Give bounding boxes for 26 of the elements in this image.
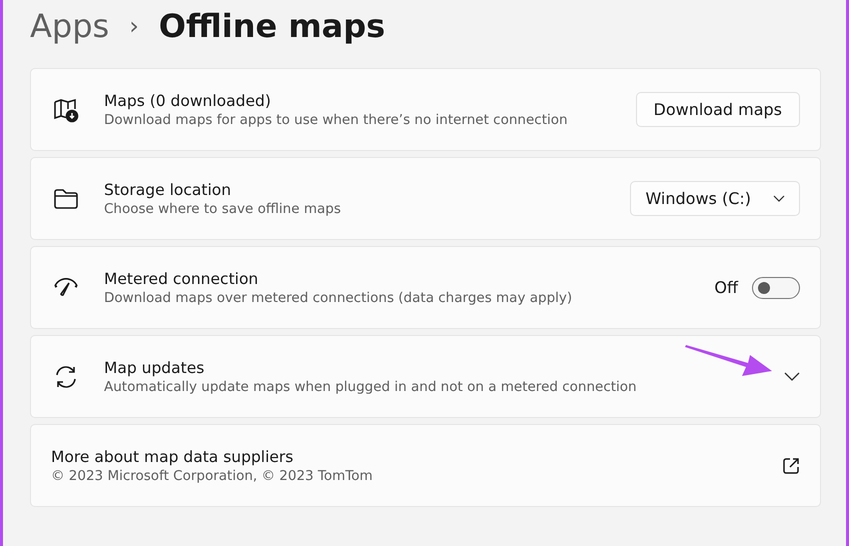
storage-dropdown[interactable]: Windows (C:) [630, 181, 800, 216]
setting-title: Storage location [104, 180, 232, 200]
setting-description: © 2023 Microsoft Corporation, © 2023 TomTom [51, 466, 373, 484]
toggle-switch[interactable] [752, 276, 800, 298]
map-download-icon [53, 96, 79, 122]
breadcrumb-separator: › [129, 12, 139, 40]
setting-description: Download maps over metered connections (data charges may apply) [104, 288, 572, 306]
folder-icon [53, 188, 79, 210]
chevron-down-icon[interactable] [784, 372, 800, 382]
download-button[interactable]: Download maps [636, 92, 800, 127]
chevron-down-icon [773, 194, 785, 202]
setting-title: Map updates [104, 358, 204, 378]
setting-title: Metered connection [104, 268, 258, 288]
toggle-state-label: Off [714, 278, 738, 297]
setting-title: More about map data suppliers [51, 446, 294, 466]
settings-card[interactable]: More about map data suppliers © 2023 Microsoft Corporation, © 2023 TomTom [30, 424, 821, 507]
external-link-icon[interactable] [782, 456, 800, 474]
breadcrumb-parent[interactable]: Apps [30, 7, 110, 45]
setting-description: Automatically update maps when plugged in and not on a metered connection [104, 378, 637, 396]
sync-icon [53, 364, 79, 390]
page-title: Offline maps [158, 7, 386, 45]
setting-title: Maps (0 downloaded) [104, 90, 271, 110]
gauge-icon [53, 278, 79, 298]
setting-description: Choose where to save offline maps [104, 200, 341, 218]
setting-description: Download maps for apps to use when there’s no internet connection [104, 110, 568, 128]
settings-card[interactable]: Map updates Automatically update maps when plugged in and not on a metered connection [30, 335, 821, 418]
